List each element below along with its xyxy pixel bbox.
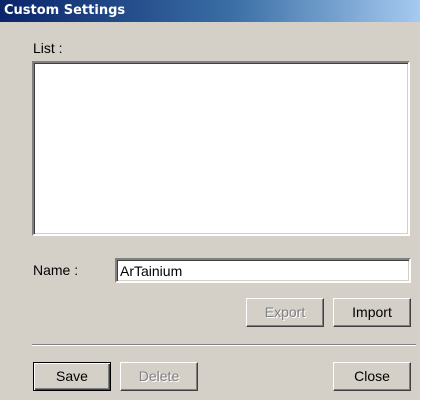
save-button[interactable]: Save [33,362,111,391]
import-button[interactable]: Import [333,298,411,327]
import-button-label: Import [352,304,392,320]
delete-button[interactable]: Delete [120,362,198,391]
name-input[interactable] [115,258,411,283]
close-button-label: Close [354,368,390,384]
close-button[interactable]: Close [333,362,411,391]
window-title: Custom Settings [4,3,126,18]
delete-button-label: Delete [138,368,180,384]
export-button[interactable]: Export [246,298,324,327]
settings-list[interactable] [32,61,410,236]
separator [32,344,416,346]
custom-settings-dialog: Custom Settings List : Name : Export Imp… [0,0,420,400]
title-bar[interactable]: Custom Settings [0,0,420,22]
export-button-label: Export [264,304,306,320]
list-label: List : [33,40,63,56]
name-label: Name : [33,262,79,278]
save-button-label: Save [56,368,88,384]
